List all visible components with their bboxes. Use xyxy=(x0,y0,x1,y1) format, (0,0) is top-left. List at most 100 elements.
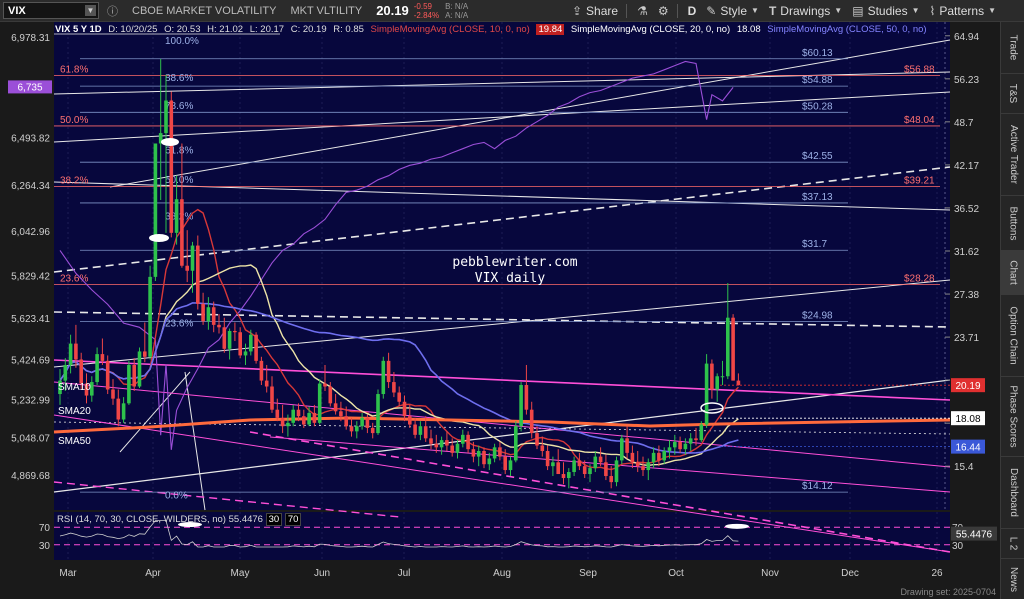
candle xyxy=(317,379,322,425)
flask-icon: ⚗ xyxy=(637,3,648,18)
flask-button[interactable]: ⚗ xyxy=(637,4,648,18)
x-tick-label: Nov xyxy=(761,568,779,579)
chevron-down-icon: ▼ xyxy=(988,6,996,15)
candle-body xyxy=(355,426,359,432)
candle-body xyxy=(561,474,566,479)
candle-body xyxy=(137,351,142,387)
candle-body xyxy=(492,447,497,459)
chart-title: VIX 5 Y 1D xyxy=(55,24,102,35)
candle-body xyxy=(418,426,423,435)
sma10-label[interactable]: SimpleMovingAvg (CLOSE, 10, 0, no) xyxy=(371,24,530,35)
chart-header: VIX 5 Y 1D D: 10/20/25 O: 20.53 H: 21.02… xyxy=(55,24,931,35)
left-tick-label: 6,978.31 xyxy=(11,33,50,44)
candle-body xyxy=(651,452,656,463)
candle-body xyxy=(535,433,539,446)
drawings-button[interactable]: T Drawings ▼ xyxy=(769,4,842,18)
candle-body xyxy=(143,351,147,357)
tab-option-chain[interactable]: Option Chain xyxy=(1001,295,1024,377)
style-button[interactable]: ✎ Style ▼ xyxy=(706,4,759,18)
candle-body xyxy=(646,462,651,471)
settings-button[interactable]: ⚙ xyxy=(658,4,669,18)
x-tick-label: Mar xyxy=(59,568,77,579)
y-tick-label: 31.62 xyxy=(954,247,979,258)
ask-value: A: N/A xyxy=(445,10,469,20)
candle-body xyxy=(439,440,444,448)
studies-icon: ▤ xyxy=(852,3,864,18)
candle-body xyxy=(79,359,83,384)
candle-body xyxy=(185,265,189,271)
bar-date: D: 10/20/25 xyxy=(108,24,158,35)
candle xyxy=(704,354,709,428)
tab-level2[interactable]: L 2 xyxy=(1001,529,1024,559)
candle-body xyxy=(344,416,348,427)
annotation-site: pebblewriter.com xyxy=(452,255,577,270)
rsi-value: 55.4476 xyxy=(228,514,263,525)
candle-body xyxy=(100,354,105,361)
tab-buttons[interactable]: Buttons xyxy=(1001,196,1024,251)
tab-news[interactable]: News xyxy=(1001,559,1024,599)
tab-phase-scores[interactable]: Phase Scores xyxy=(1001,377,1024,457)
candle-body xyxy=(365,417,370,428)
tab-label: Buttons xyxy=(1007,206,1019,240)
rsi-label[interactable]: RSI (14, 70, 30, CLOSE, WILDERS, no) xyxy=(57,514,226,525)
studies-button[interactable]: ▤ Studies ▼ xyxy=(852,4,919,18)
tab-chart[interactable]: Chart xyxy=(1001,251,1024,295)
fib-blue-label: $24.98 xyxy=(802,310,833,321)
candle-body xyxy=(243,351,248,356)
sma50-label[interactable]: SimpleMovingAvg (CLOSE, 50, 0, no) xyxy=(767,24,926,35)
candle-body xyxy=(397,392,401,402)
left-tick-label: 5,232.99 xyxy=(11,395,50,406)
candle xyxy=(731,314,735,381)
chevron-down-icon: ▼ xyxy=(834,6,843,15)
sma20-label[interactable]: SimpleMovingAvg (CLOSE, 20, 0, no) xyxy=(571,24,730,35)
candle-body xyxy=(429,438,433,444)
candle-body xyxy=(328,386,333,404)
tab-active-trader[interactable]: Active Trader xyxy=(1001,114,1024,196)
tab-trade[interactable]: Trade xyxy=(1001,22,1024,74)
sma10-value: 19.84 xyxy=(536,24,565,35)
candle-body xyxy=(519,385,523,427)
x-tick-label: Aug xyxy=(493,568,511,579)
share-button[interactable]: ⇪ Share xyxy=(572,4,618,18)
price-chart[interactable]: $60.13 $54.88 $50.28 $42.55 $37.13 $31.7 $24.9… xyxy=(0,22,1000,599)
candle-body xyxy=(333,403,338,412)
info-icon[interactable]: ⓘ xyxy=(107,3,118,19)
candle-body xyxy=(148,276,152,357)
candle-body xyxy=(386,360,391,383)
candle-body xyxy=(704,363,709,425)
symbol-input[interactable]: VIX ▼ xyxy=(3,2,99,19)
candle-body xyxy=(529,409,534,434)
candle-body xyxy=(381,360,386,395)
patterns-label: Patterns xyxy=(939,3,985,18)
candle-body xyxy=(487,458,492,465)
symbol-dropdown-icon[interactable]: ▼ xyxy=(85,5,96,16)
candle-body xyxy=(249,334,253,352)
x-tick-label: Jun xyxy=(314,568,330,579)
candle-body xyxy=(206,307,211,322)
candle-body xyxy=(582,466,587,475)
candle-body xyxy=(190,245,195,271)
retrace-label: 23.6% xyxy=(165,318,193,329)
tab-dashboard[interactable]: Dashboard xyxy=(1001,457,1024,529)
left-tick-label: 6,042.96 xyxy=(11,227,50,238)
studies-label: Studies xyxy=(867,3,908,18)
candle-body xyxy=(116,398,121,420)
price-tag-label: 20.19 xyxy=(955,381,980,392)
candle-body xyxy=(625,438,629,453)
y-tick-label: 36.52 xyxy=(954,204,979,215)
candle-body xyxy=(392,382,396,393)
candle xyxy=(254,332,258,364)
candle-body xyxy=(688,438,693,444)
bar-high: H: 21.02 xyxy=(207,24,244,35)
tab-label: Trade xyxy=(1007,34,1019,61)
candle-body xyxy=(312,412,317,423)
chevron-down-icon: ▼ xyxy=(911,6,920,15)
candle xyxy=(620,434,624,465)
candle xyxy=(127,360,131,405)
candle-body xyxy=(222,327,227,349)
patterns-button[interactable]: ⌇ Patterns ▼ xyxy=(930,4,996,18)
candle-body xyxy=(180,199,184,266)
aggregation-button[interactable]: D xyxy=(688,4,697,18)
tab-time-and-sales[interactable]: T&S xyxy=(1001,74,1024,114)
candle-body xyxy=(450,445,454,453)
